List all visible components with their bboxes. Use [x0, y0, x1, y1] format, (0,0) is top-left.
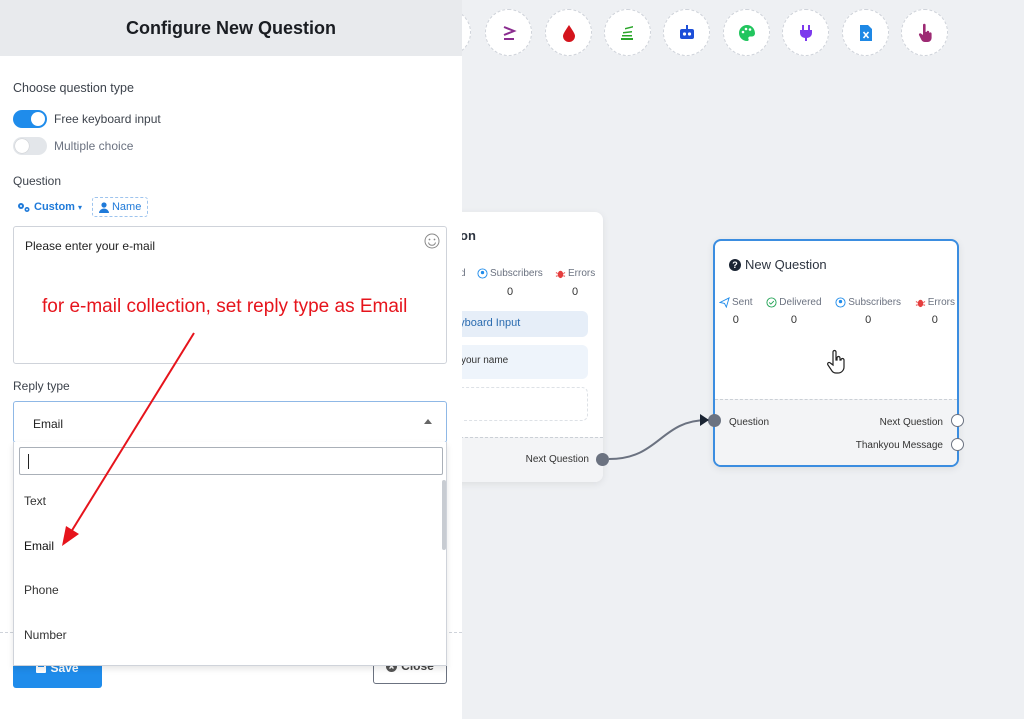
stat-sent: Sent 0: [719, 297, 753, 326]
emoji-icon[interactable]: [424, 233, 440, 249]
stat-delivered: Delivered 0: [766, 297, 822, 326]
robot-icon[interactable]: [663, 9, 710, 56]
insert-custom-label: Custom: [34, 201, 75, 213]
drop-icon[interactable]: [545, 9, 592, 56]
caret-down-icon: ▾: [77, 202, 82, 212]
panel-header: Configure New Question: [0, 0, 462, 56]
multiple-choice-label: Multiple choice: [54, 139, 134, 153]
next-question-port[interactable]: [596, 453, 609, 466]
bug-icon: [915, 299, 926, 308]
plug-glyph: [799, 24, 812, 41]
dropdown-item-text[interactable]: Text: [24, 494, 46, 508]
palette-glyph: [738, 24, 755, 41]
reply-type-value: Email: [33, 417, 64, 431]
hand-pointer-glyph: [918, 23, 932, 42]
reply-option[interactable]: eyboard Input: [445, 311, 588, 337]
stat-subscribers: Subscribers: [477, 268, 543, 279]
caret-up-icon: [424, 419, 432, 424]
file-excel-icon[interactable]: [842, 9, 889, 56]
reply-type-label: Reply type: [13, 379, 70, 393]
dropdown-scrollbar[interactable]: [442, 480, 446, 550]
toggle-knob: [31, 112, 45, 126]
next-question-label: Next Question: [525, 454, 589, 465]
question-label: Question: [13, 174, 62, 188]
card-title: on: [460, 228, 476, 243]
card-title: New Question: [745, 257, 827, 272]
stat-errors: Errors 0: [915, 297, 955, 326]
question-in-port[interactable]: [708, 414, 721, 427]
drop-glyph: [562, 24, 575, 42]
dropdown-search-input[interactable]: [19, 447, 443, 475]
free-keyboard-label: Free keyboard input: [54, 112, 161, 126]
insert-name-button[interactable]: Name: [91, 197, 149, 217]
user-circle-icon: [477, 268, 488, 279]
file-excel-glyph: [859, 24, 872, 41]
dropdown-item-number[interactable]: Number: [24, 628, 67, 642]
stat-subscribers: Subscribers 0: [835, 297, 901, 326]
insert-custom-dropdown[interactable]: Custom ▾: [13, 198, 86, 216]
greater-equal-glyph: [503, 25, 517, 40]
question-text: Please enter your e-mail: [25, 239, 156, 253]
panel-title: Configure New Question: [125, 17, 336, 38]
stat-label: Subscribers: [848, 297, 902, 308]
question-port-label: Question: [729, 417, 770, 428]
stat-value: 0: [931, 314, 938, 326]
stack-icon[interactable]: [604, 9, 651, 56]
insert-variables-row: Custom ▾ Name: [13, 197, 149, 217]
thankyou-port-label: Thankyou Message: [855, 440, 943, 451]
palette-icon[interactable]: [723, 9, 770, 56]
hand-cursor-icon: [827, 349, 845, 374]
robot-glyph: [679, 24, 694, 39]
text-cursor: [28, 454, 29, 469]
next-question-out-port[interactable]: [951, 414, 964, 427]
stat-value: 0: [790, 314, 797, 326]
user-circle-icon: [835, 297, 846, 308]
question-preview: your name: [445, 345, 588, 379]
thankyou-out-port[interactable]: [951, 438, 964, 451]
question-circle-icon: ?: [729, 258, 741, 271]
reply-type-select[interactable]: Email: [13, 401, 447, 443]
new-question-card[interactable]: ? New Question Sent 0 Delivered 0 Subscr…: [713, 239, 959, 467]
configure-question-panel: Configure New Question Choose question t…: [0, 0, 462, 719]
insert-name-label: Name: [111, 201, 142, 213]
paper-plane-icon: [719, 297, 730, 308]
hand-pointer-icon[interactable]: [901, 9, 948, 56]
cogs-icon: [18, 202, 30, 212]
toggle-knob: [15, 139, 29, 153]
question-type-label: Choose question type: [13, 81, 134, 95]
stat-label: Sent: [732, 297, 753, 308]
card-footer: Question Next Question Thankyou Message: [715, 399, 957, 465]
bug-icon: [555, 270, 566, 279]
user-icon: [98, 201, 109, 213]
stack-glyph: [620, 25, 633, 40]
stat-value: 0: [865, 314, 872, 326]
check-circle-icon: [766, 297, 777, 308]
reply-type-dropdown[interactable]: Text Email Phone Number: [13, 442, 447, 666]
connector-line: [608, 419, 709, 460]
toggle-multiple-choice[interactable]: [13, 137, 47, 155]
stat-value: 0: [732, 314, 739, 326]
stats-row: Sent 0 Delivered 0 Subscribers 0 Errors …: [719, 297, 955, 326]
stat-errors: Errors: [555, 268, 595, 279]
stat-value: 0: [507, 286, 514, 298]
toggle-free-keyboard[interactable]: [13, 110, 47, 128]
annotation-text: for e-mail collection, set reply type as…: [42, 296, 408, 317]
stat-value: 0: [572, 286, 579, 298]
greater-equal-icon[interactable]: [485, 9, 532, 56]
question-textarea[interactable]: Please enter your e-mail: [13, 226, 447, 364]
dropdown-item-phone[interactable]: Phone: [24, 583, 59, 597]
svg-text:?: ?: [732, 260, 738, 270]
empty-slot[interactable]: [445, 387, 588, 421]
card-title-row: ? New Question: [729, 257, 827, 272]
stat-label: Errors: [568, 268, 596, 279]
plug-icon[interactable]: [782, 9, 829, 56]
stat-label: Subscribers: [490, 268, 543, 279]
stat-label: Errors: [927, 297, 955, 308]
next-question-port-label: Next Question: [879, 417, 943, 428]
dropdown-item-email[interactable]: Email: [24, 539, 54, 553]
stat-label: Delivered: [779, 297, 822, 308]
